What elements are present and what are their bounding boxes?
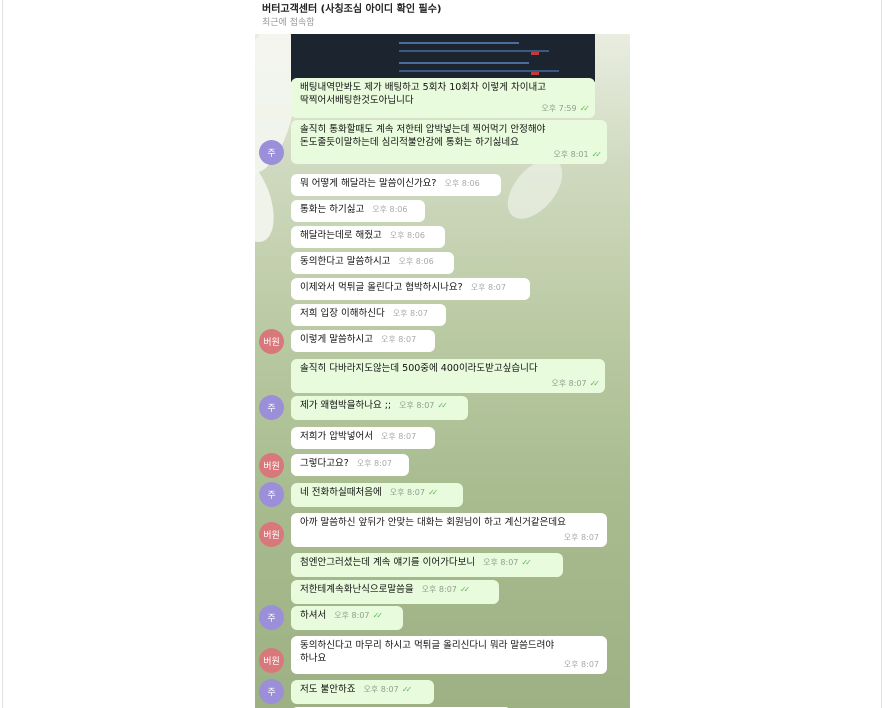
avatar-ju[interactable]: 주 xyxy=(259,395,284,420)
read-check-icon: ✓✓ xyxy=(372,611,384,620)
message-time: 오후 8:01 ✓✓ xyxy=(553,150,603,159)
message-bubble[interactable]: 통화는 하기싫고 오후 8:06 xyxy=(291,200,425,222)
message-bubble[interactable]: 해달라는데로 해줬고 오후 8:06 xyxy=(291,226,445,248)
message-bubble[interactable]: 네 전화하실때처음에 오후 8:07 ✓✓ xyxy=(291,483,463,507)
message-text: 저희 입장 이해하신다 xyxy=(300,308,385,319)
chat-status: 최근에 접속함 xyxy=(262,18,315,28)
message-text: 저도 불안하죠 xyxy=(300,684,356,695)
message-bubble[interactable]: 저희 입장 이해하신다 오후 8:07 xyxy=(291,304,446,326)
message-time: 오후 8:07 ✓✓ xyxy=(389,488,439,497)
avatar-bw[interactable]: 버원 xyxy=(259,329,284,354)
message-time: 오후 8:07 xyxy=(380,432,417,441)
message-bubble[interactable]: 솔직히 다바라지도않는데 500중에 400이라도받고싶습니다 오후 8:07 ✓… xyxy=(291,359,605,393)
message-time: 오후 8:07 ✓✓ xyxy=(483,558,532,567)
message-time: 오후 8:07 ✓✓ xyxy=(421,585,471,594)
message-text: 솔직히 다바라지도않는데 500중에 400이라도받고싶습니다 xyxy=(300,363,538,374)
avatar-bw[interactable]: 버원 xyxy=(259,453,284,478)
message-text: 통화는 하기싫고 xyxy=(300,204,365,215)
message-text: 아까 말씀하신 앞뒤가 안맞는 대화는 회원님이 하고 계신거같은데요 xyxy=(300,517,566,528)
message-text: 그렇다고요? xyxy=(300,458,349,469)
message-text: 이제와서 먹튀글 올린다고 협박하시나요? xyxy=(300,282,463,293)
message-bubble[interactable]: 저희가 압박넣어서 오후 8:07 xyxy=(291,427,435,449)
message-text: 첨엔안그러셨는데 계속 얘기를 이어가다보니 xyxy=(300,557,476,568)
avatar-ju[interactable]: 주 xyxy=(259,482,284,507)
message-time: 오후 8:07 ✓✓ xyxy=(363,685,413,694)
read-check-icon: ✓✓ xyxy=(459,585,471,594)
read-check-icon: ✓✓ xyxy=(401,685,413,694)
message-bubble[interactable]: 뭐 어떻게 해달라는 말씀이신가요? 오후 8:06 xyxy=(291,174,501,196)
message-time: 오후 8:06 xyxy=(444,179,480,188)
avatar-ju[interactable]: 주 xyxy=(259,140,284,165)
message-bubble[interactable]: 배팅내역만봐도 제가 배팅하고 5회차 10회차 이렇게 차이내고 딱찍어서배팅… xyxy=(291,78,595,118)
read-check-icon: ✓✓ xyxy=(437,401,448,410)
message-time: 오후 8:07 xyxy=(356,459,393,468)
message-text: 제가 왜협박을하나요 ;; xyxy=(300,400,392,411)
read-check-icon: ✓✓ xyxy=(579,104,591,113)
message-text: 네 전화하실때처음에 xyxy=(300,487,382,498)
message-bubble[interactable]: 이제와서 먹튀글 올린다고 협박하시나요? 오후 8:07 xyxy=(291,278,530,300)
chat-window[interactable]: 배팅내역만봐도 제가 배팅하고 5회차 10회차 이렇게 차이내고 딱찍어서배팅… xyxy=(255,34,630,708)
message-bubble[interactable]: 솔직히 통화할때도 계속 저한테 압박넣는데 찍어먹기 안정해야 돈도줄듯이말하… xyxy=(291,120,607,164)
message-bubble[interactable]: 동의한다고 말씀하시고 오후 8:06 xyxy=(291,252,454,274)
message-text: 저한테계속화난식으로말씀을 xyxy=(300,584,414,595)
message-text: 저희가 압박넣어서 xyxy=(300,431,373,442)
message-time: 오후 8:07 xyxy=(563,660,599,669)
message-bubble[interactable]: 동의하신다고 마무리 하시고 먹튀글 올리신다니 뭐라 말씀드려야 하나요 오후… xyxy=(291,636,607,674)
message-bubble[interactable]: 그렇다고요? 오후 8:07 xyxy=(291,454,409,476)
message-time: 오후 8:07 xyxy=(563,533,599,542)
message-time: 오후 8:07 ✓✓ xyxy=(399,401,448,410)
message-text: 이렇게 말씀하시고 xyxy=(300,334,373,345)
avatar-bw[interactable]: 버원 xyxy=(259,522,284,547)
screenshot-image[interactable] xyxy=(291,34,595,82)
avatar-bw[interactable]: 버원 xyxy=(259,648,284,673)
message-time: 오후 8:07 xyxy=(392,309,428,318)
message-time: 오후 8:07 ✓✓ xyxy=(551,379,601,388)
message-bubble[interactable]: 저한테계속화난식으로말씀을 오후 8:07 ✓✓ xyxy=(291,580,499,604)
message-bubble[interactable]: 하셔서 오후 8:07 ✓✓ xyxy=(291,606,403,630)
avatar-ju[interactable]: 주 xyxy=(259,679,284,704)
message-bubble[interactable]: 첨엔안그러셨는데 계속 얘기를 이어가다보니 오후 8:07 ✓✓ xyxy=(291,553,563,577)
message-time: 오후 7:59 ✓✓ xyxy=(541,104,591,113)
message-bubble[interactable]: 아까 말씀하신 앞뒤가 안맞는 대화는 회원님이 하고 계신거같은데요 오후 8… xyxy=(291,513,607,547)
message-bubble[interactable]: 제가 왜협박을하나요 ;; 오후 8:07 ✓✓ xyxy=(291,396,468,420)
message-bubble[interactable]: 이렇게 말씀하시고 오후 8:07 xyxy=(291,330,435,352)
read-check-icon: ✓✓ xyxy=(427,488,439,497)
message-text: 뭐 어떻게 해달라는 말씀이신가요? xyxy=(300,178,437,189)
message-bubble[interactable]: 저도 불안하죠 오후 8:07 ✓✓ xyxy=(291,680,434,704)
chat-title: 버터고객센터 (사칭조심 아이디 확인 필수) xyxy=(262,4,442,15)
message-time: 오후 8:06 xyxy=(389,231,425,240)
message-text: 해달라는데로 해줬고 xyxy=(300,230,382,241)
message-time: 오후 8:07 ✓✓ xyxy=(334,611,384,620)
message-time: 오후 8:07 xyxy=(470,283,506,292)
read-check-icon: ✓✓ xyxy=(589,379,601,388)
message-time: 오후 8:07 xyxy=(380,335,417,344)
avatar-ju[interactable]: 주 xyxy=(259,605,284,630)
message-text: 동의하신다고 마무리 하시고 먹튀글 올리신다니 뭐라 말씀드려야 하나요 xyxy=(300,640,555,664)
message-text: 동의한다고 말씀하시고 xyxy=(300,256,391,267)
message-time: 오후 8:06 xyxy=(398,257,434,266)
message-time: 오후 8:06 xyxy=(372,205,408,214)
read-check-icon: ✓✓ xyxy=(521,558,532,567)
message-text: 솔직히 통화할때도 계속 저한테 압박넣는데 찍어먹기 안정해야 돈도줄듯이말하… xyxy=(300,124,546,148)
read-check-icon: ✓✓ xyxy=(591,150,603,159)
message-text: 하셔서 xyxy=(300,610,327,621)
